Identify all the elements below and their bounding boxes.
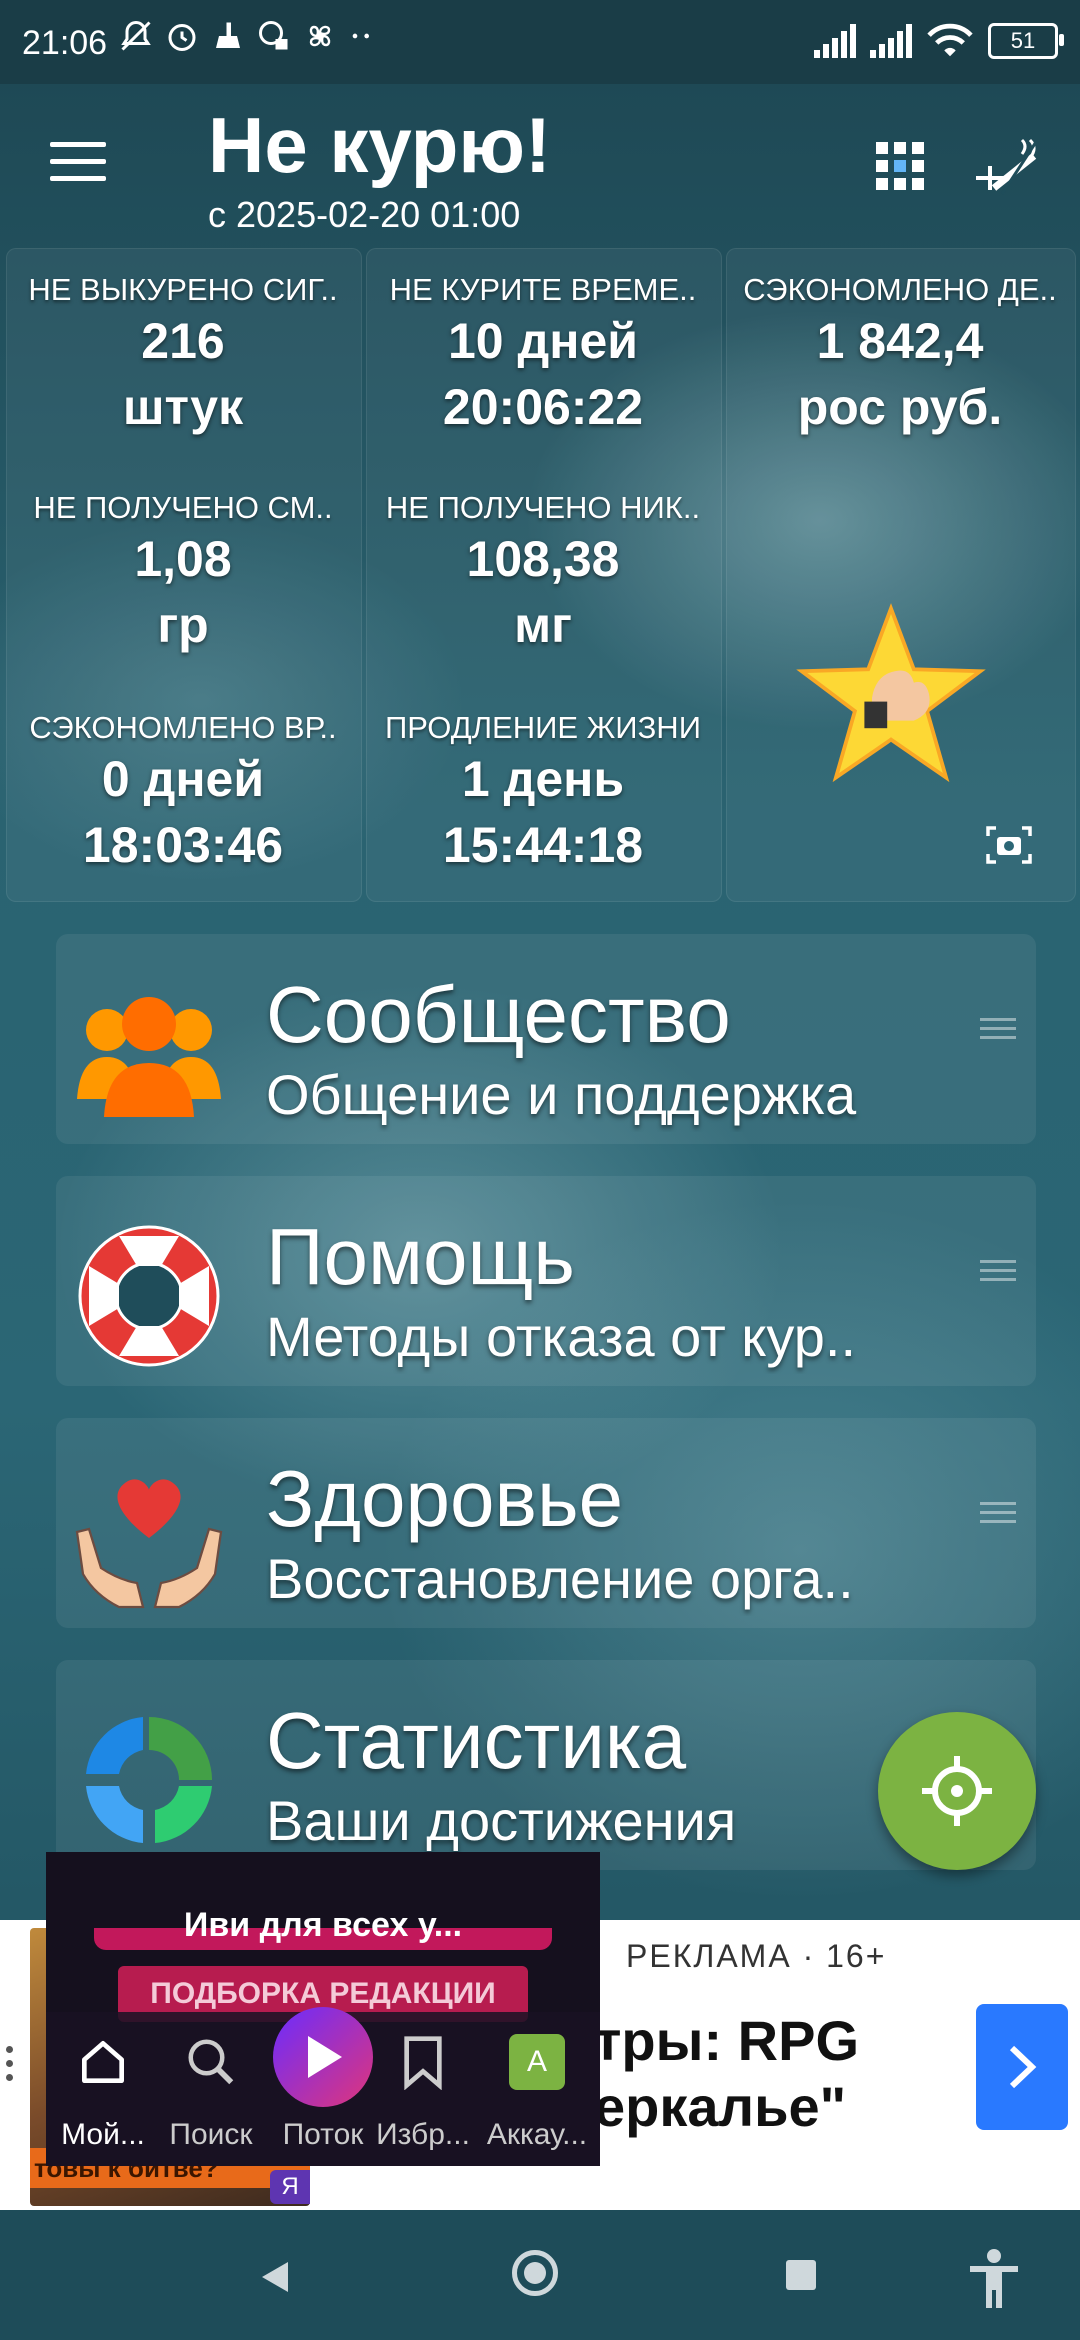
chevron-right-icon: [1009, 2045, 1037, 2089]
statistics-ring-icon: [86, 1717, 212, 1843]
menu-item-health[interactable]: Здоровье Восстановление орга..: [56, 1418, 1036, 1628]
tab-label: Избр...: [376, 2118, 470, 2151]
status-icons-left: [118, 18, 376, 54]
menu-subtitle: Общение и поддержка: [266, 1063, 857, 1126]
stat-label: СЭКОНОМЛЕНО ДЕ..: [743, 272, 1057, 307]
player-tab-home[interactable]: Мой...: [48, 2022, 158, 2162]
stat-label: НЕ ВЫКУРЕНО СИГ..: [28, 272, 338, 307]
drag-handle-icon[interactable]: [980, 1018, 1016, 1048]
home-circle-icon[interactable]: [512, 2250, 558, 2296]
tab-label: Аккау...: [486, 2118, 588, 2151]
vpn-icon: [259, 21, 288, 50]
stat-value: 216: [141, 313, 225, 369]
more-dots-icon: [352, 33, 369, 39]
player-banner-text: Иви для всех у...: [183, 1906, 463, 1944]
screenshot-icon[interactable]: [984, 822, 1034, 868]
status-time: 21:06: [22, 24, 108, 62]
stat-unit: штук: [122, 379, 244, 435]
stat-cigarettes[interactable]: НЕ ВЫКУРЕНО СИГ.. 216 штук: [6, 272, 360, 440]
player-tab-account[interactable]: A Аккау...: [482, 2022, 592, 2162]
menu-subtitle: Восстановление орга..: [266, 1547, 854, 1610]
ad-options-icon[interactable]: [6, 2046, 18, 2088]
stat-value: 0 дней: [101, 751, 265, 807]
stats-panel: НЕ ВЫКУРЕНО СИГ.. 216 штук НЕ КУРИТЕ ВРЕ…: [0, 244, 1080, 904]
floating-player[interactable]: Иви для всех у... ПОДБОРКА РЕДАКЦИИ Мой.…: [46, 1852, 600, 2166]
play-icon: [308, 2036, 342, 2078]
drag-handle-icon[interactable]: [980, 1260, 1016, 1290]
battery-icon: 51: [988, 23, 1064, 59]
cleaner-icon: [216, 22, 240, 48]
search-icon: [188, 2039, 234, 2085]
app-bar: Не курю! с 2025-02-20 01:00: [0, 84, 1080, 244]
stat-label: НЕ КУРИТЕ ВРЕМЕ..: [389, 272, 697, 307]
drag-handle-icon[interactable]: [980, 1502, 1016, 1532]
player-nav: Мой... Поиск Поток Избр... A Аккау...: [46, 2007, 600, 2166]
menu-item-community[interactable]: Сообщество Общение и поддержка: [56, 934, 1036, 1144]
menu-subtitle: Методы отказа от кур..: [266, 1305, 857, 1368]
stat-time-saved[interactable]: СЭКОНОМЛЕНО ВР.. 0 дней 18:03:46: [6, 710, 360, 878]
stat-label: НЕ ПОЛУЧЕНО НИК..: [385, 490, 701, 525]
community-icon: [77, 997, 221, 1117]
home-icon: [82, 2041, 124, 2083]
status-icons-right: 51: [814, 22, 1064, 60]
stat-unit: гр: [157, 597, 209, 653]
stat-unit: 20:06:22: [442, 379, 644, 435]
stat-value: 1 842,4: [816, 313, 984, 369]
ad-badge: Я: [270, 2170, 310, 2204]
lifebuoy-icon: [78, 1225, 220, 1367]
quit-date: с 2025-02-20 01:00: [208, 194, 521, 235]
stat-time-not-smoking[interactable]: НЕ КУРИТЕ ВРЕМЕ.. 10 дней 20:06:22: [366, 272, 720, 440]
achievement-star-icon[interactable]: [796, 602, 986, 786]
bookmark-icon: [404, 2036, 442, 2090]
recents-icon[interactable]: [786, 2260, 816, 2290]
ad-title[interactable]: тры: RPG еркалье": [594, 2008, 859, 2140]
muted-bell-icon: [121, 20, 151, 51]
locate-fab[interactable]: [878, 1712, 1036, 1870]
stat-value: 1,08: [134, 531, 232, 587]
menu-title: Статистика: [266, 1696, 687, 1785]
battery-level: 51: [1010, 28, 1036, 53]
stat-unit: 15:44:18: [442, 817, 644, 873]
stat-unit: рос руб.: [797, 379, 1003, 435]
menu-icon[interactable]: [50, 142, 106, 184]
player-tab-search[interactable]: Поиск: [156, 2022, 266, 2162]
signal-2-icon: [870, 24, 912, 58]
crosshair-icon: [922, 1756, 992, 1826]
stat-nicotine[interactable]: НЕ ПОЛУЧЕНО НИК.. 108,38 мг: [366, 490, 720, 658]
stat-life-extension[interactable]: ПРОДЛЕНИЕ ЖИЗНИ 1 день 15:44:18: [366, 710, 720, 878]
tab-label: Поиск: [169, 2118, 253, 2151]
stat-unit: 18:03:46: [82, 817, 284, 873]
wifi-icon: [927, 23, 973, 57]
back-icon[interactable]: [258, 2260, 292, 2294]
stat-label: СЭКОНОМЛЕНО ВР..: [29, 710, 337, 745]
system-nav-bar: [0, 2210, 1080, 2340]
accessibility-icon[interactable]: [966, 2248, 1022, 2310]
alarm-icon: [168, 24, 196, 51]
stat-value: 10 дней: [448, 313, 638, 369]
stat-unit: мг: [514, 597, 572, 653]
stat-money-saved[interactable]: СЭКОНОМЛЕНО ДЕ.. 1 842,4 рос руб.: [726, 272, 1074, 440]
player-tab-favorites[interactable]: Избр...: [368, 2022, 478, 2162]
status-bar: 21:06 51: [0, 0, 1080, 84]
menu-item-help[interactable]: Помощь Методы отказа от кур..: [56, 1176, 1036, 1386]
menu-title: Сообщество: [266, 970, 731, 1059]
ad-open-button[interactable]: [976, 2004, 1068, 2130]
stat-value: 108,38: [466, 531, 620, 587]
stat-tar[interactable]: НЕ ПОЛУЧЕНО СМ.. 1,08 гр: [6, 490, 360, 658]
signal-1-icon: [814, 24, 856, 58]
health-heart-icon: [75, 1479, 223, 1609]
menu-title: Здоровье: [266, 1454, 624, 1543]
account-icon: A: [509, 2034, 565, 2090]
stat-label: ПРОДЛЕНИЕ ЖИЗНИ: [385, 710, 701, 745]
menu-title: Помощь: [266, 1212, 575, 1301]
app-title: Не курю!: [208, 101, 552, 189]
grid-icon[interactable]: [876, 142, 924, 190]
ad-label: РЕКЛАМА · 16+: [626, 1938, 887, 1974]
smoking-icon[interactable]: [972, 136, 1042, 196]
stat-label: НЕ ПОЛУЧЕНО СМ..: [33, 490, 333, 525]
fan-icon: [309, 25, 331, 47]
stat-value: 1 день: [461, 751, 625, 807]
